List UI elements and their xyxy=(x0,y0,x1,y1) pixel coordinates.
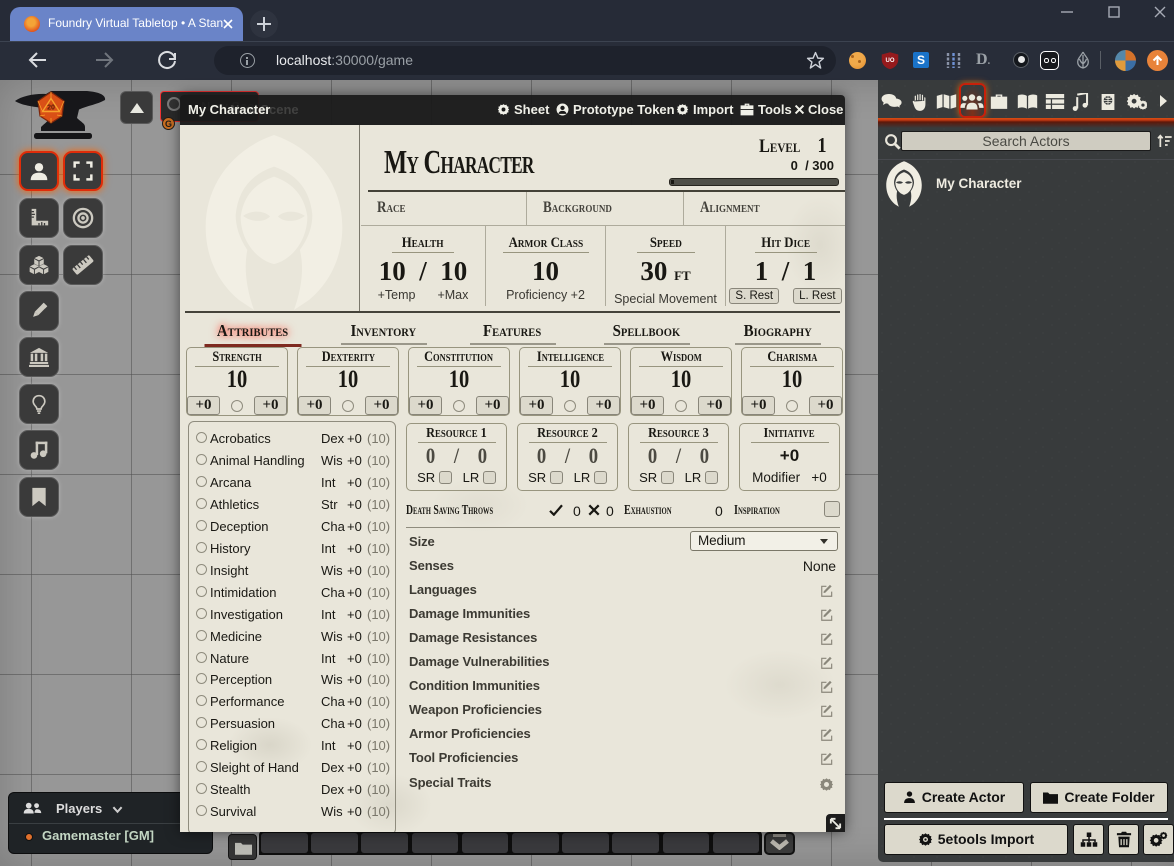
svg-text:20: 20 xyxy=(47,105,55,112)
svg-text:UO: UO xyxy=(886,58,895,64)
